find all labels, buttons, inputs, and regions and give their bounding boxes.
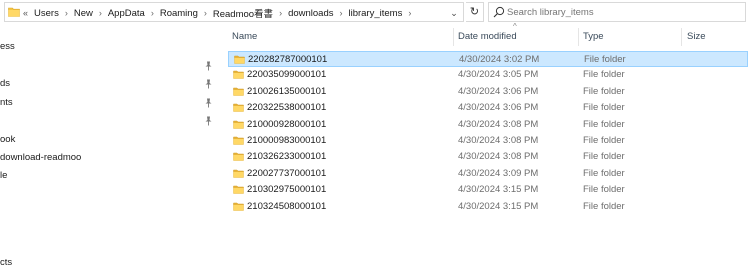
address-row: « Users › New › AppData › Roaming › Read… [0, 0, 750, 24]
folder-icon [234, 55, 245, 64]
file-type: File folder [583, 118, 625, 130]
breadcrumb-item-appdata[interactable]: AppData [108, 8, 145, 19]
pin-icon[interactable] [204, 61, 213, 71]
nav-item-objects[interactable]: cts [0, 254, 12, 268]
navigation-pane: ess ds nts ook download-readmoo le cts [0, 24, 222, 268]
file-type: File folder [583, 151, 625, 163]
breadcrumb-item-users[interactable]: Users [34, 8, 59, 19]
breadcrumb: « Users › New › AppData › Roaming › Read… [23, 3, 417, 23]
file-name: 220282787000101 [248, 54, 328, 65]
folder-icon [8, 7, 20, 17]
file-name: 210000983000101 [247, 134, 327, 146]
file-date-modified: 4/30/2024 3:08 PM [458, 151, 539, 163]
nav-item-quick-access[interactable]: ess [0, 38, 15, 56]
file-name: 210000928000101 [247, 118, 327, 130]
file-row[interactable]: 210324508000101 4/30/2024 3:15 PM File fol… [228, 199, 748, 215]
file-row[interactable]: 210326233000101 4/30/2024 3:08 PM File fol… [228, 149, 748, 165]
file-type: File folder [583, 102, 625, 114]
file-row[interactable]: 220282787000101 4/30/2024 3:02 PM File fol… [228, 51, 748, 68]
file-date-modified: 4/30/2024 3:06 PM [458, 102, 539, 114]
folder-icon [233, 169, 244, 178]
nav-item-documents[interactable]: nts [0, 94, 13, 112]
file-list: 220282787000101 4/30/2024 3:02 PM File fol… [228, 51, 748, 215]
folder-icon [233, 153, 244, 162]
column-header-name[interactable]: Name [232, 24, 257, 50]
file-date-modified: 4/30/2024 3:06 PM [458, 85, 539, 97]
column-header-type[interactable]: Type [583, 24, 604, 50]
nav-item-downloads[interactable]: ds [0, 75, 10, 93]
breadcrumb-overflow-button[interactable]: « [23, 8, 28, 18]
breadcrumb-item-library-items[interactable]: library_items [348, 8, 402, 19]
nav-item-ebook[interactable]: ook [0, 131, 15, 149]
file-type: File folder [583, 167, 625, 179]
folder-icon [233, 103, 244, 112]
breadcrumb-item-new[interactable]: New [74, 8, 93, 19]
refresh-icon: ↻ [469, 6, 480, 18]
file-name: 220322538000101 [247, 102, 327, 114]
file-date-modified: 4/30/2024 3:02 PM [459, 54, 540, 65]
file-row[interactable]: 210000983000101 4/30/2024 3:08 PM File fol… [228, 133, 748, 149]
address-history-dropdown-button[interactable]: ⌄ [447, 7, 461, 19]
file-type: File folder [583, 85, 625, 97]
folder-icon [233, 202, 244, 211]
file-row[interactable]: 210000928000101 4/30/2024 3:08 PM File fol… [228, 117, 748, 133]
refresh-button[interactable]: ↻ [466, 2, 484, 22]
file-type: File folder [583, 200, 625, 212]
breadcrumb-separator-icon[interactable]: › [279, 8, 282, 18]
file-row[interactable]: 220027737000101 4/30/2024 3:09 PM File fol… [228, 166, 748, 182]
folder-icon [233, 87, 244, 96]
file-row[interactable]: 220035099000101 4/30/2024 3:05 PM File fol… [228, 67, 748, 83]
file-date-modified: 4/30/2024 3:09 PM [458, 167, 539, 179]
file-name: 220027737000101 [247, 167, 327, 179]
column-divider[interactable] [453, 28, 454, 46]
breadcrumb-item-readmoo[interactable]: Readmoo看書 [213, 6, 273, 20]
file-type: File folder [584, 54, 626, 65]
breadcrumb-separator-icon[interactable]: › [204, 8, 207, 18]
file-date-modified: 4/30/2024 3:15 PM [458, 200, 539, 212]
file-name: 210324508000101 [247, 200, 327, 212]
file-row[interactable]: 210302975000101 4/30/2024 3:15 PM File fol… [228, 182, 748, 198]
folder-icon [233, 120, 244, 129]
file-name: 210326233000101 [247, 151, 327, 163]
file-type: File folder [583, 184, 625, 196]
file-row[interactable]: 220322538000101 4/30/2024 3:06 PM File fol… [228, 100, 748, 116]
search-input[interactable] [507, 4, 737, 20]
file-date-modified: 4/30/2024 3:05 PM [458, 69, 539, 81]
breadcrumb-separator-icon[interactable]: › [339, 8, 342, 18]
file-name: 220035099000101 [247, 69, 327, 81]
breadcrumb-separator-icon[interactable]: › [151, 8, 154, 18]
file-name: 210026135000101 [247, 85, 327, 97]
pin-icon[interactable] [204, 98, 213, 108]
file-type: File folder [583, 134, 625, 146]
search-icon [493, 6, 505, 18]
column-divider[interactable] [578, 28, 579, 46]
breadcrumb-item-roaming[interactable]: Roaming [160, 8, 198, 19]
breadcrumb-separator-icon[interactable]: › [408, 8, 411, 18]
pin-icon[interactable] [204, 79, 213, 89]
folder-icon [233, 71, 244, 80]
file-type: File folder [583, 69, 625, 81]
column-divider[interactable] [681, 28, 682, 46]
search-box[interactable] [488, 2, 746, 22]
file-date-modified: 4/30/2024 3:15 PM [458, 184, 539, 196]
file-name: 210302975000101 [247, 184, 327, 196]
nav-item-file[interactable]: le [0, 167, 7, 185]
file-date-modified: 4/30/2024 3:08 PM [458, 134, 539, 146]
breadcrumb-item-downloads[interactable]: downloads [288, 8, 333, 19]
pin-icon[interactable] [204, 116, 213, 126]
folder-icon [233, 185, 244, 194]
breadcrumb-separator-icon[interactable]: › [65, 8, 68, 18]
folder-icon [233, 136, 244, 145]
file-row[interactable]: 210026135000101 4/30/2024 3:06 PM File fol… [228, 84, 748, 100]
address-bar[interactable]: « Users › New › AppData › Roaming › Read… [4, 2, 464, 22]
file-date-modified: 4/30/2024 3:08 PM [458, 118, 539, 130]
nav-item-download-readmoo[interactable]: download-readmoo [0, 149, 81, 167]
breadcrumb-separator-icon[interactable]: › [99, 8, 102, 18]
column-header-size[interactable]: Size [687, 24, 705, 50]
column-header-date-modified[interactable]: Date modified [458, 24, 517, 50]
